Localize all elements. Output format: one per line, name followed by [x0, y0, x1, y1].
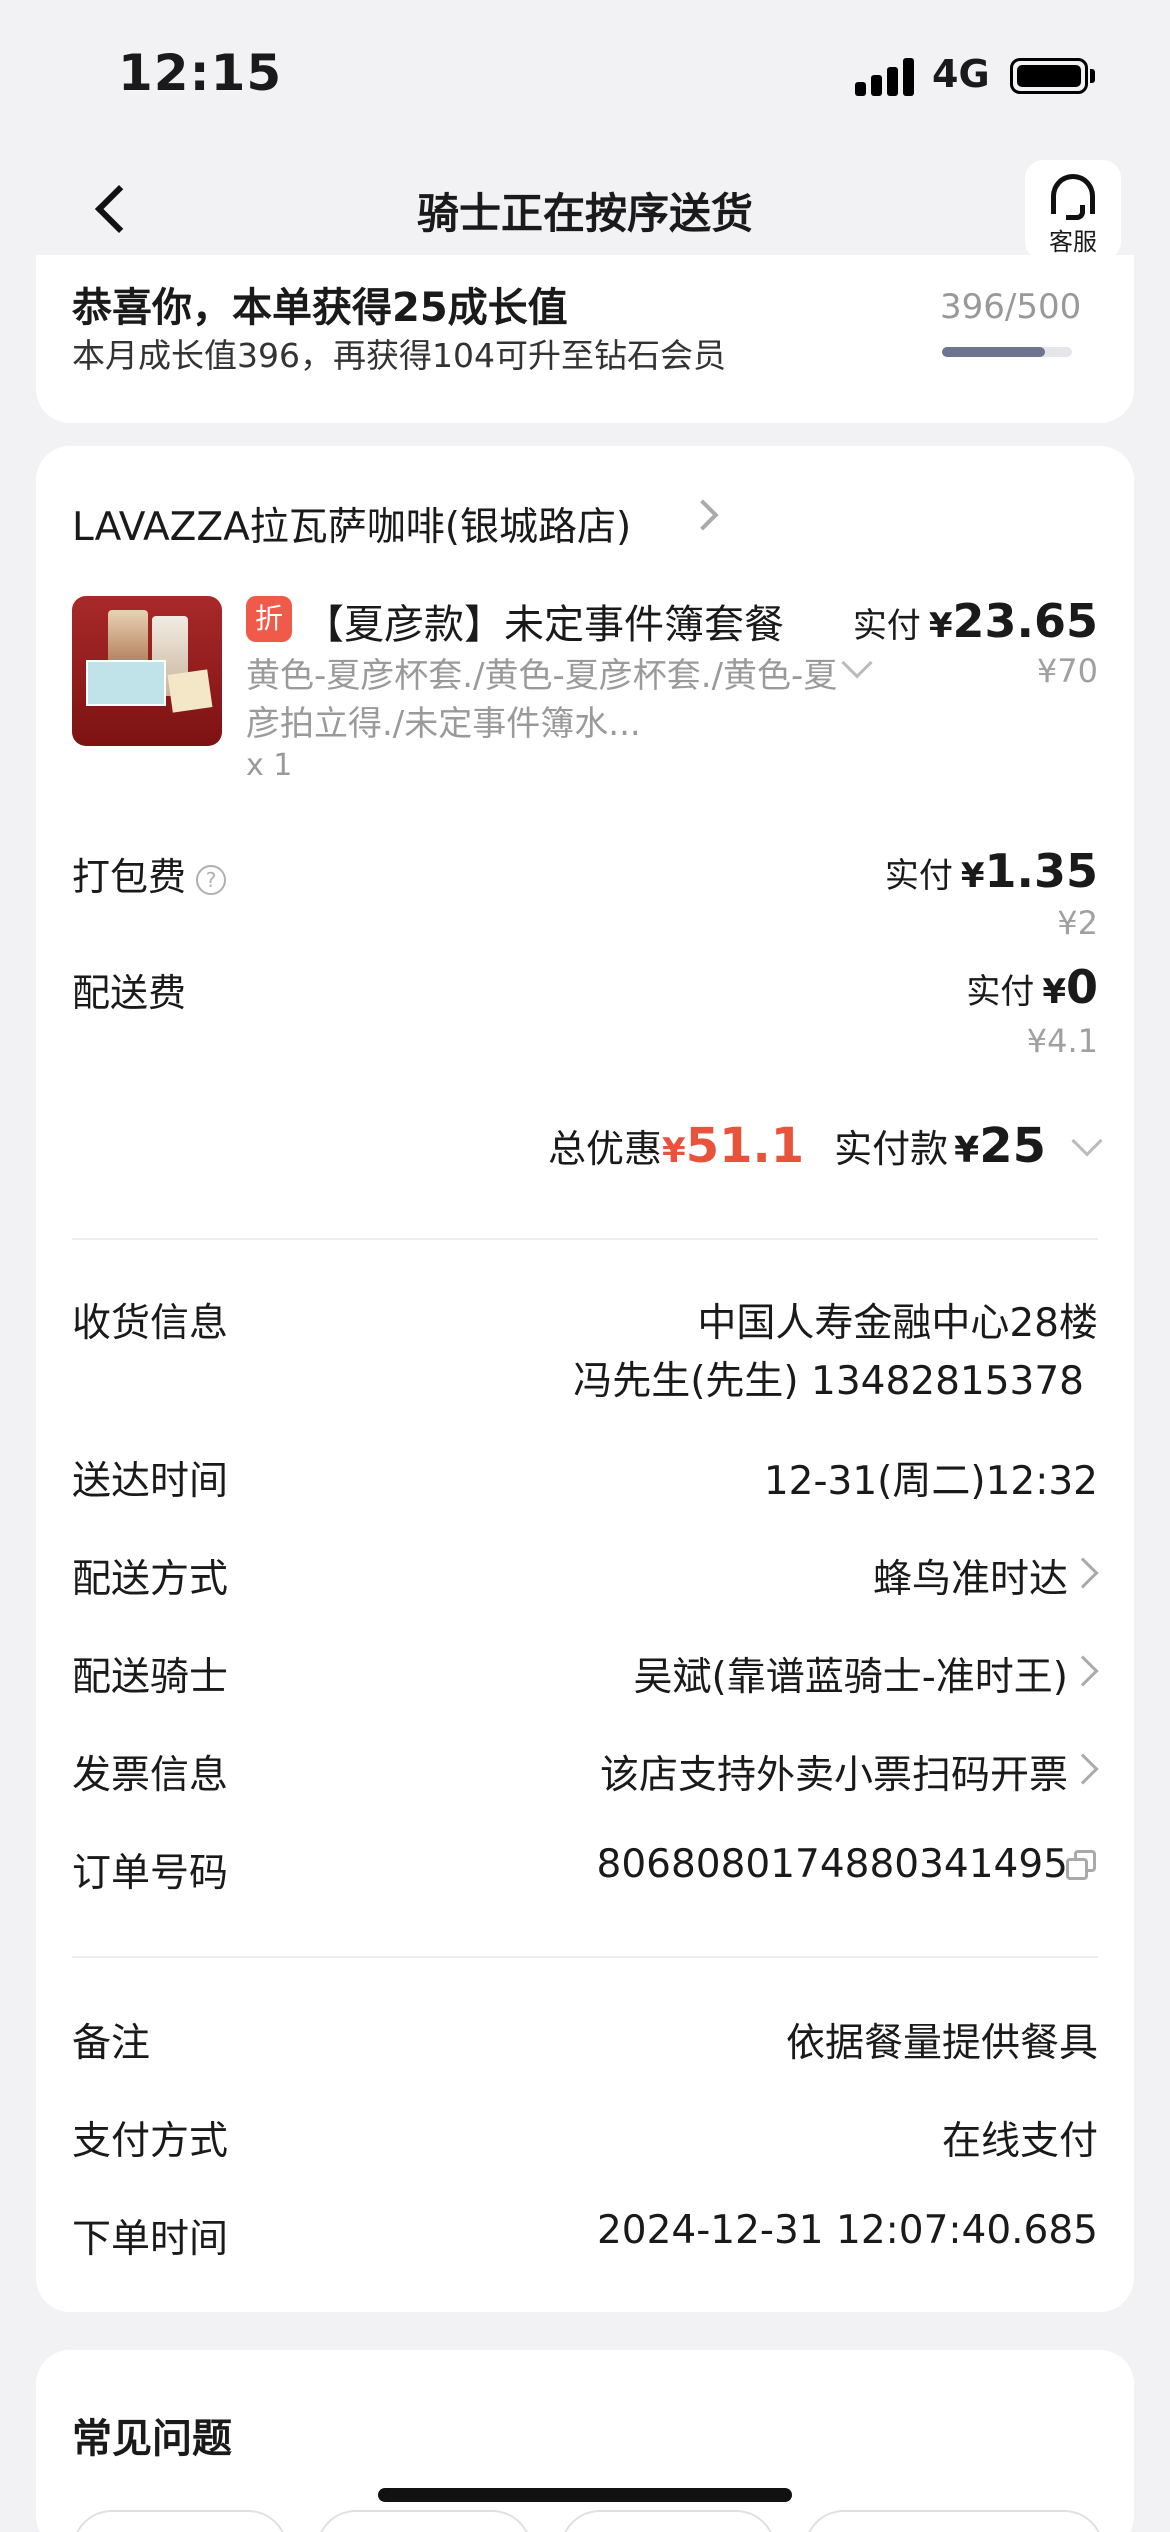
info-label-invoice: 发票信息 — [72, 1753, 229, 1798]
product-quantity: x 1 — [246, 748, 293, 783]
faq-chip[interactable] — [316, 2510, 532, 2532]
currency-symbol: ¥ — [928, 606, 953, 646]
payment-value: 在线支付 — [941, 2119, 1098, 2164]
page-title: 骑士正在按序送货 — [416, 189, 753, 238]
address-value: 中国人寿金融中心28楼 — [697, 1301, 1098, 1346]
currency-symbol: ¥ — [662, 1131, 686, 1171]
growth-title: 恭喜你，本单获得25成长值 — [72, 285, 568, 331]
customer-service-label: 客服 — [1049, 228, 1097, 256]
info-label-payment: 支付方式 — [72, 2119, 229, 2164]
copy-icon[interactable] — [1066, 1850, 1096, 1880]
network-type: 4G — [932, 52, 990, 96]
growth-card[interactable]: 恭喜你，本单获得25成长值 本月成长值396，再获得104可升至钻石会员 396… — [36, 255, 1134, 423]
discount-amount: 51.1 — [685, 1118, 805, 1174]
product-spec[interactable]: 黄色-夏彦杯套./黄色-夏彦杯套./黄色-夏彦拍立得./未定事件簿水... — [246, 652, 846, 748]
chevron-down-icon[interactable] — [1071, 1125, 1103, 1157]
discount-label: 总优惠 — [548, 1127, 663, 1171]
delivery-fee-label: 配送费 — [72, 971, 187, 1015]
contact-value: 冯先生(先生) 13482815378 — [573, 1359, 1084, 1404]
pay-label: 实付款 — [834, 1127, 949, 1171]
paid-label: 实付 — [884, 856, 953, 896]
discount-total: ¥51.1 — [662, 1118, 804, 1174]
order-number-value: 8068080174880341495 — [596, 1842, 1068, 1887]
divider — [72, 1238, 1098, 1240]
shop-name[interactable]: LAVAZZA拉瓦萨咖啡(银城路店) — [72, 496, 631, 552]
growth-progress-fill — [942, 347, 1045, 357]
pay-amount: 25 — [979, 1118, 1046, 1174]
packing-fee-text: 打包费 — [72, 855, 187, 899]
chevron-right-icon[interactable] — [1067, 1557, 1099, 1589]
pay-total: ¥25 — [948, 1118, 1046, 1174]
product-image[interactable] — [72, 596, 222, 746]
rider-value[interactable]: 吴斌(靠谱蓝骑士-准时王) — [633, 1646, 1068, 1702]
delivery-method-value[interactable]: 蜂鸟准时达 — [873, 1548, 1068, 1604]
total-summary[interactable]: 总优惠 ¥51.1 实付款 ¥25 — [548, 1118, 1103, 1174]
discount-tag: 折 — [246, 596, 292, 642]
currency-symbol: ¥ — [954, 1130, 980, 1171]
paid-label: 实付 — [852, 606, 921, 646]
product-paid-price: 实付 ¥23.65 — [853, 594, 1098, 648]
signal-icon — [855, 58, 915, 96]
paid-amount: 0 — [1065, 960, 1098, 1014]
info-label-address: 收货信息 — [72, 1301, 229, 1346]
delivery-fee-original: ¥4.1 — [1026, 1022, 1098, 1060]
delivery-fee-paid: 实付 ¥0 — [966, 960, 1098, 1014]
product-name: 【夏彦款】未定事件簿套餐 — [304, 602, 784, 648]
paid-label: 实付 — [966, 972, 1035, 1012]
growth-progress-bar — [942, 347, 1072, 357]
divider — [72, 1956, 1098, 1958]
question-circle-icon[interactable]: ? — [196, 864, 227, 895]
battery-icon — [1010, 58, 1088, 94]
home-indicator[interactable] — [378, 2488, 792, 2502]
nav-bar: 骑士正在按序送货 客服 — [0, 150, 1170, 270]
order-time-value: 2024-12-31 12:07:40.685 — [596, 2208, 1098, 2253]
faq-title: 常见问题 — [72, 2416, 232, 2462]
customer-service-button[interactable]: 客服 — [1025, 160, 1121, 260]
chevron-right-icon[interactable] — [687, 499, 719, 531]
faq-chip[interactable] — [804, 2510, 1104, 2532]
status-bar: 12:15 4G — [0, 0, 1170, 150]
info-label-delivery-time: 送达时间 — [72, 1459, 229, 1504]
currency-symbol: ¥ — [960, 856, 985, 896]
status-time: 12:15 — [118, 44, 283, 102]
info-label-order-time: 下单时间 — [72, 2217, 229, 2262]
paid-amount: 1.35 — [984, 844, 1099, 898]
invoice-value[interactable]: 该店支持外卖小票扫码开票 — [600, 1744, 1068, 1800]
faq-chip[interactable] — [72, 2510, 288, 2532]
growth-progress-text: 396/500 — [940, 287, 1082, 327]
packing-fee-label: 打包费? — [72, 846, 227, 901]
info-label-order-number: 订单号码 — [72, 1851, 229, 1896]
paid-amount: 23.65 — [952, 594, 1098, 648]
info-label-rider: 配送骑士 — [72, 1655, 229, 1700]
order-card: LAVAZZA拉瓦萨咖啡(银城路店) 折 【夏彦款】未定事件簿套餐 黄色-夏彦杯… — [36, 446, 1134, 2312]
faq-chip[interactable] — [560, 2510, 776, 2532]
chevron-right-icon[interactable] — [1067, 1753, 1099, 1785]
product-original-price: ¥70 — [1036, 652, 1098, 690]
packing-fee-paid: 实付 ¥1.35 — [885, 844, 1098, 898]
growth-subtitle: 本月成长值396，再获得104可升至钻石会员 — [72, 336, 726, 375]
info-label-delivery-method: 配送方式 — [72, 1557, 229, 1602]
info-label-note: 备注 — [72, 2021, 151, 2066]
chevron-down-icon[interactable] — [841, 647, 873, 679]
faq-card: 常见问题 — [36, 2350, 1134, 2532]
note-value: 依据餐量提供餐具 — [785, 2021, 1098, 2066]
chevron-right-icon[interactable] — [1067, 1655, 1099, 1687]
delivery-time-value: 12-31(周二)12:32 — [763, 1459, 1098, 1504]
headset-icon — [1051, 174, 1095, 220]
packing-fee-original: ¥2 — [1057, 904, 1098, 942]
currency-symbol: ¥ — [1042, 972, 1066, 1012]
battery-cap — [1090, 69, 1095, 83]
